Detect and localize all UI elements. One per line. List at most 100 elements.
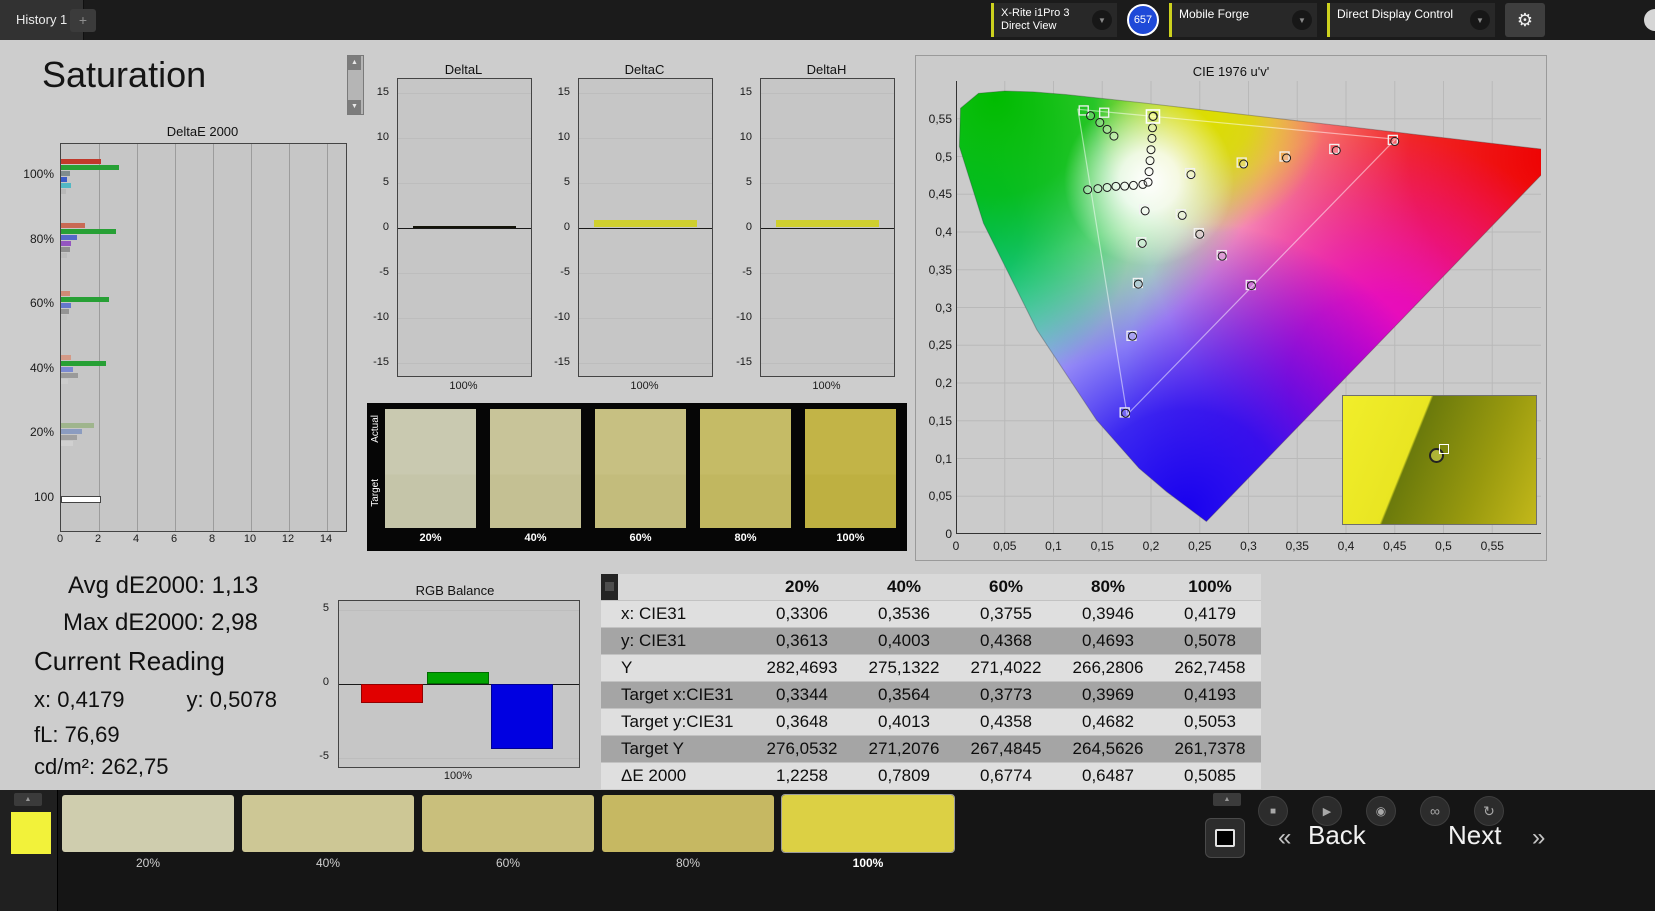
table-row: y: CIE31 0,3613 0,4003 0,4368 0,4693 0,5078 [601, 627, 1261, 654]
deltae-bar [61, 176, 67, 182]
mini-ytick: 5 [563, 175, 570, 188]
cie-ytick: 0,05 [928, 489, 952, 504]
table-cell: 0,3564 [878, 685, 930, 704]
measured-point [1111, 181, 1121, 191]
mini-gridline [761, 317, 894, 319]
record-icon[interactable]: ◉ [1366, 796, 1396, 826]
table-row-label: Target Y [621, 739, 685, 758]
chart-title: DeltaC [624, 62, 665, 77]
table-header-cell: 20% [784, 577, 820, 596]
source-dropdown[interactable]: Mobile Forge ▼ [1169, 3, 1317, 37]
deltae-bar [61, 379, 68, 385]
rgb-gridline [339, 609, 579, 611]
table-row-label: y: CIE31 [621, 631, 687, 650]
table-row: Target y:CIE31 0,3648 0,4013 0,4358 0,4682 0,… [601, 708, 1261, 735]
cie-ytick: 0,55 [928, 111, 952, 126]
deltae-bar [61, 496, 101, 504]
mini-gridline [398, 362, 531, 364]
chevron-down-icon[interactable]: ▼ [1292, 10, 1312, 30]
cie-xtick: 0,45 [1383, 539, 1407, 553]
deltae-bar [61, 302, 71, 308]
chevron-down-icon[interactable]: ▼ [1470, 10, 1490, 30]
page-title: Saturation [42, 54, 207, 95]
mini-ytick: -15 [736, 355, 752, 368]
loop-icon[interactable]: ∞ [1420, 796, 1450, 826]
meter-count-badge[interactable]: 657 [1127, 4, 1159, 36]
mini-gridline [761, 272, 894, 274]
measured-point [1331, 145, 1341, 155]
deltae-chart-title: DeltaE 2000 [166, 124, 239, 139]
deltae-bar-group [61, 422, 346, 447]
table-cell: 267,4845 [970, 739, 1042, 758]
mini-gridline [579, 137, 712, 139]
meter-dropdown[interactable]: X-Rite i1Pro 3 Direct View ▼ [991, 3, 1117, 37]
patch-20%[interactable] [62, 795, 234, 852]
scroll-down-icon[interactable]: ▼ [348, 100, 361, 114]
next-chevron-icon[interactable]: » [1532, 824, 1545, 852]
patch-80%[interactable] [602, 795, 774, 852]
patch-100%[interactable] [781, 794, 955, 853]
table-cell: 262,7458 [1174, 658, 1246, 677]
deltae-xtick: 4 [132, 533, 140, 545]
table-scroll-nub[interactable] [601, 574, 618, 600]
add-tab-button[interactable]: + [70, 9, 96, 32]
mini-xlabel: 100% [630, 380, 659, 392]
rgb-gridline [339, 758, 579, 760]
rgb-bar-red [361, 684, 423, 704]
collapse-up-icon[interactable]: ▲ [14, 793, 42, 806]
table-cell: 0,3306 [776, 604, 828, 623]
cie-ytick: 0,35 [928, 262, 952, 277]
cie-xtick: 0 [952, 539, 960, 553]
next-button[interactable]: Next [1448, 820, 1501, 851]
avg-de2000: Avg dE2000: 1,13 [68, 572, 259, 599]
collapse-up-icon-right[interactable]: ▲ [1213, 793, 1241, 806]
current-patch-swatch[interactable] [11, 812, 51, 854]
cie-xtick: 0,25 [1188, 539, 1212, 553]
current-cdm2: cd/m²: 262,75 [34, 754, 169, 779]
back-chevron-icon[interactable]: « [1278, 824, 1291, 852]
table-cell: 0,3755 [980, 604, 1032, 623]
scroll-up-icon[interactable]: ▲ [348, 56, 361, 70]
cie-xtick: 0,3 [1240, 539, 1257, 553]
cie-chart-title: CIE 1976 u'v' [1192, 64, 1270, 79]
display-control-dropdown[interactable]: Direct Display Control ▼ [1327, 3, 1495, 37]
measured-point [1146, 145, 1156, 155]
table-cell: 0,3613 [776, 631, 828, 650]
cie-ytick: 0,1 [935, 451, 952, 466]
mini-ytick: -5 [560, 265, 570, 278]
mini-plot [397, 78, 532, 377]
deltae-bar [61, 355, 72, 361]
measured-point [1127, 331, 1137, 341]
table-row-label: Y [621, 658, 633, 677]
deltae-bar-group [61, 223, 346, 259]
patch-40%[interactable] [242, 795, 414, 852]
back-button[interactable]: Back [1308, 820, 1366, 851]
stop-icon[interactable]: ■ [1258, 796, 1288, 826]
mini-xlabel: 100% [449, 380, 478, 392]
measured-point [1133, 279, 1143, 289]
measured-point [1093, 184, 1103, 194]
table-cell: 0,7809 [878, 766, 930, 785]
deltae-ytick: 100% [23, 167, 54, 182]
display-window-button[interactable] [1205, 818, 1245, 858]
gear-icon[interactable]: ⚙ [1505, 3, 1545, 37]
measured-point [1246, 281, 1256, 291]
deltae-plot [60, 143, 347, 532]
deltae-ytick: 80% [29, 231, 54, 246]
mini-gridline [579, 317, 712, 319]
cie-xtick: 0,05 [993, 539, 1017, 553]
edge-circle-icon[interactable] [1644, 9, 1655, 31]
chevron-down-icon[interactable]: ▼ [1092, 10, 1112, 30]
deltae-gridline [175, 144, 176, 531]
table-body: x: CIE31 0,3306 0,3536 0,3755 0,3946 0,4179 y:… [601, 600, 1261, 789]
mini-gridline [398, 227, 531, 229]
deltae-bar [61, 235, 78, 241]
mini-gridline [579, 92, 712, 94]
patch-60%[interactable] [422, 795, 594, 852]
deltae-xtick: 8 [208, 533, 216, 545]
mini-gridline [761, 227, 894, 229]
mini-value-bar [775, 220, 880, 228]
deltae-bar [61, 188, 66, 194]
deltae-bar [61, 367, 74, 373]
measured-point [1217, 251, 1227, 261]
